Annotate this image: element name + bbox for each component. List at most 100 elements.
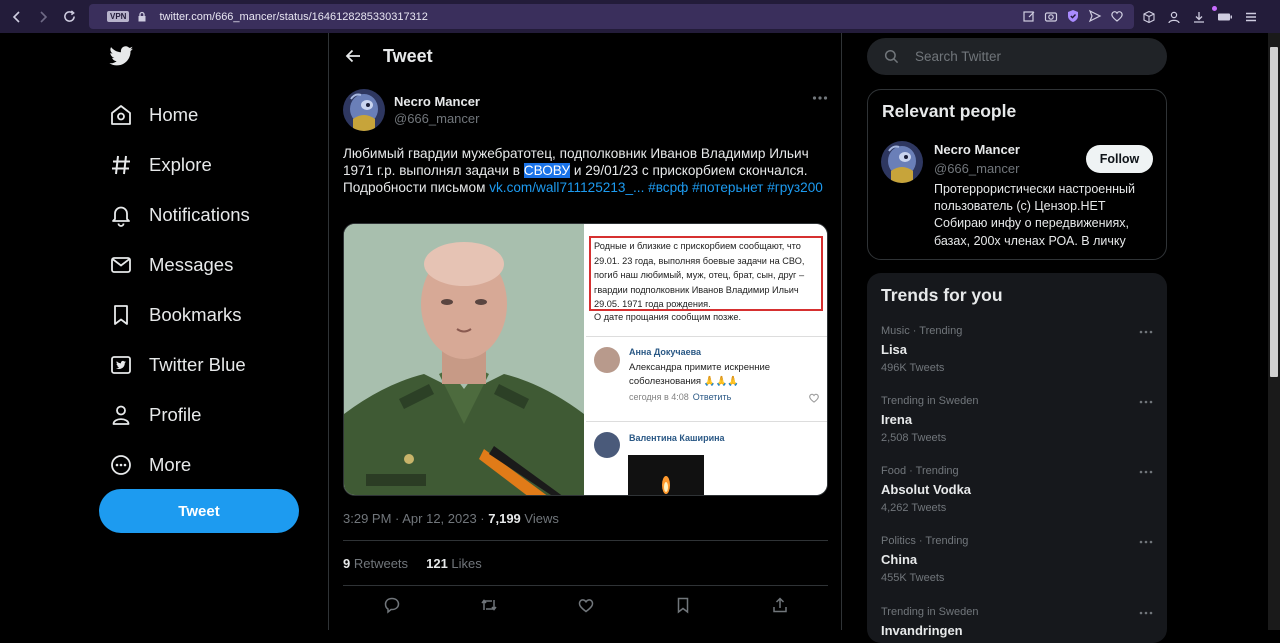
- retweets-stat[interactable]: 9 Retweets: [343, 556, 408, 571]
- heart-bookmark-icon[interactable]: [1110, 9, 1124, 23]
- nav-item-more[interactable]: More: [108, 440, 250, 490]
- vpn-badge[interactable]: VPN: [107, 11, 130, 22]
- relevant-handle[interactable]: @666_mancer: [934, 161, 1019, 176]
- page-title: Tweet: [383, 45, 433, 66]
- author-handle[interactable]: @666_mancer: [394, 111, 479, 126]
- like-icon[interactable]: [577, 596, 595, 614]
- nav-item-home[interactable]: Home: [108, 90, 250, 140]
- download-icon[interactable]: [1192, 10, 1206, 24]
- retweet-icon[interactable]: [480, 596, 498, 614]
- tweet-detail-column: Tweet Necro Mancer @666_mancer Любимый г…: [328, 33, 842, 630]
- edit-page-icon[interactable]: [1022, 9, 1036, 23]
- commenter-name: Анна Докучаева: [629, 347, 702, 357]
- more-options-icon[interactable]: [812, 95, 828, 101]
- tweet-link[interactable]: vk.com/wall711125213_...: [489, 180, 644, 195]
- tweet-stats: 9 Retweets 121 Likes: [343, 556, 482, 571]
- trend-more-icon[interactable]: [1139, 465, 1153, 479]
- browser-toolbar: VPN twitter.com/666_mancer/status/164612…: [0, 0, 1280, 33]
- send-icon[interactable]: [1088, 9, 1102, 23]
- trend-context: Food · Trending: [881, 465, 959, 477]
- reply-icon[interactable]: [383, 596, 401, 614]
- back-arrow-icon[interactable]: [345, 48, 361, 64]
- nav-item-bookmarks[interactable]: Bookmarks: [108, 290, 250, 340]
- trend-more-icon[interactable]: [1139, 395, 1153, 409]
- hashtag-link[interactable]: #всрф: [648, 180, 688, 195]
- trend-item[interactable]: Food · Trending Absolut Vodka 4,262 Twee…: [881, 465, 1161, 514]
- bookmark-action-icon[interactable]: [674, 596, 692, 614]
- camera-icon[interactable]: [1044, 9, 1058, 23]
- shield-icon[interactable]: [1066, 9, 1080, 23]
- trend-name: Irena: [881, 412, 913, 427]
- tweet-meta: 3:29 PM · Apr 12, 2023 · 7,199 Views: [343, 511, 559, 526]
- compose-tweet-button[interactable]: Tweet: [99, 489, 299, 533]
- menu-icon[interactable]: [1244, 10, 1258, 24]
- search-input[interactable]: [915, 49, 1145, 64]
- relevant-people-title: Relevant people: [882, 101, 1017, 121]
- account-icon[interactable]: [1167, 10, 1181, 24]
- trend-item[interactable]: Trending in Sweden Invandringen: [881, 606, 1161, 638]
- url-text[interactable]: twitter.com/666_mancer/status/1646128285…: [159, 11, 427, 23]
- trend-more-icon[interactable]: [1139, 535, 1153, 549]
- trends-title: Trends for you: [881, 285, 1003, 305]
- relevant-avatar[interactable]: [881, 141, 923, 183]
- views-count: 7,199: [488, 511, 521, 526]
- page-scrollbar[interactable]: [1268, 33, 1280, 630]
- trend-count: 496K Tweets: [881, 362, 945, 374]
- trend-context: Trending in Sweden: [881, 606, 979, 618]
- reload-icon[interactable]: [56, 0, 82, 33]
- relevant-people-card: Relevant people Necro Mancer @666_mancer…: [867, 89, 1167, 260]
- obituary-screenshot[interactable]: Родные и близкие с прискорбием сообщают,…: [586, 224, 827, 495]
- retweets-label: Retweets: [350, 556, 409, 571]
- search-bar[interactable]: [867, 38, 1167, 75]
- trend-item[interactable]: Politics · Trending China 455K Tweets: [881, 535, 1161, 584]
- nav-item-twitter-blue[interactable]: Twitter Blue: [108, 340, 250, 390]
- divider: [586, 421, 827, 422]
- portrait-photo[interactable]: [344, 224, 584, 495]
- trend-count: 455K Tweets: [881, 572, 945, 584]
- likes-label: Likes: [447, 556, 482, 571]
- nav-item-messages[interactable]: Messages: [108, 240, 250, 290]
- nav-item-notifications[interactable]: Notifications: [108, 190, 250, 240]
- tweet-text: Любимый гвардии мужебратотец, подполковн…: [343, 145, 823, 196]
- relevant-name[interactable]: Necro Mancer: [934, 142, 1020, 157]
- trend-context: Music · Trending: [881, 325, 963, 337]
- likes-stat[interactable]: 121 Likes: [426, 556, 482, 571]
- battery-icon[interactable]: [1217, 10, 1233, 24]
- trend-more-icon[interactable]: [1139, 606, 1153, 620]
- divider: [343, 540, 828, 541]
- box-icon[interactable]: [1142, 10, 1156, 24]
- likes-count: 121: [426, 556, 448, 571]
- share-icon[interactable]: [771, 596, 789, 614]
- nav-label-home: Home: [149, 104, 199, 125]
- highlighted-word: СВОВУ: [523, 163, 571, 178]
- twitter-blue-icon: [108, 352, 134, 378]
- obituary-box: Родные и близкие с прискорбием сообщают,…: [589, 236, 823, 311]
- nav-item-profile[interactable]: Profile: [108, 390, 250, 440]
- back-nav-icon[interactable]: [4, 0, 30, 33]
- hashtag-link[interactable]: #груз200: [767, 180, 823, 195]
- trend-more-icon[interactable]: [1139, 325, 1153, 339]
- trend-item[interactable]: Music · Trending Lisa 496K Tweets: [881, 325, 1161, 374]
- comment-time: сегодня в 4:08: [629, 392, 689, 402]
- trend-context: Trending in Sweden: [881, 395, 979, 407]
- tweet-timestamp[interactable]: 3:29 PM · Apr 12, 2023 ·: [343, 511, 488, 526]
- commenter-name: Валентина Каширина: [629, 433, 725, 443]
- more-circle-icon: [108, 452, 134, 478]
- forward-nav-icon[interactable]: [30, 0, 56, 33]
- follow-button[interactable]: Follow: [1086, 145, 1153, 173]
- twitter-logo-icon[interactable]: [108, 44, 135, 68]
- trend-item[interactable]: Trending in Sweden Irena 2,508 Tweets: [881, 395, 1161, 444]
- relevant-bio: Протеррористически настроенный пользоват…: [934, 182, 1135, 248]
- person-icon: [108, 402, 134, 428]
- address-bar[interactable]: VPN twitter.com/666_mancer/status/164612…: [89, 4, 1134, 29]
- candle-image: [628, 455, 704, 495]
- author-avatar[interactable]: [343, 89, 385, 131]
- nav-item-explore[interactable]: Explore: [108, 140, 250, 190]
- scrollbar-thumb[interactable]: [1270, 47, 1278, 377]
- trend-context: Politics · Trending: [881, 535, 969, 547]
- nav-label-explore: Explore: [149, 154, 212, 175]
- hashtag-link[interactable]: #потерьнет: [692, 180, 763, 195]
- author-name[interactable]: Necro Mancer: [394, 94, 480, 109]
- tweet-media[interactable]: Родные и близкие с прискорбием сообщают,…: [343, 223, 828, 496]
- nav-label-twitter-blue: Twitter Blue: [149, 354, 246, 375]
